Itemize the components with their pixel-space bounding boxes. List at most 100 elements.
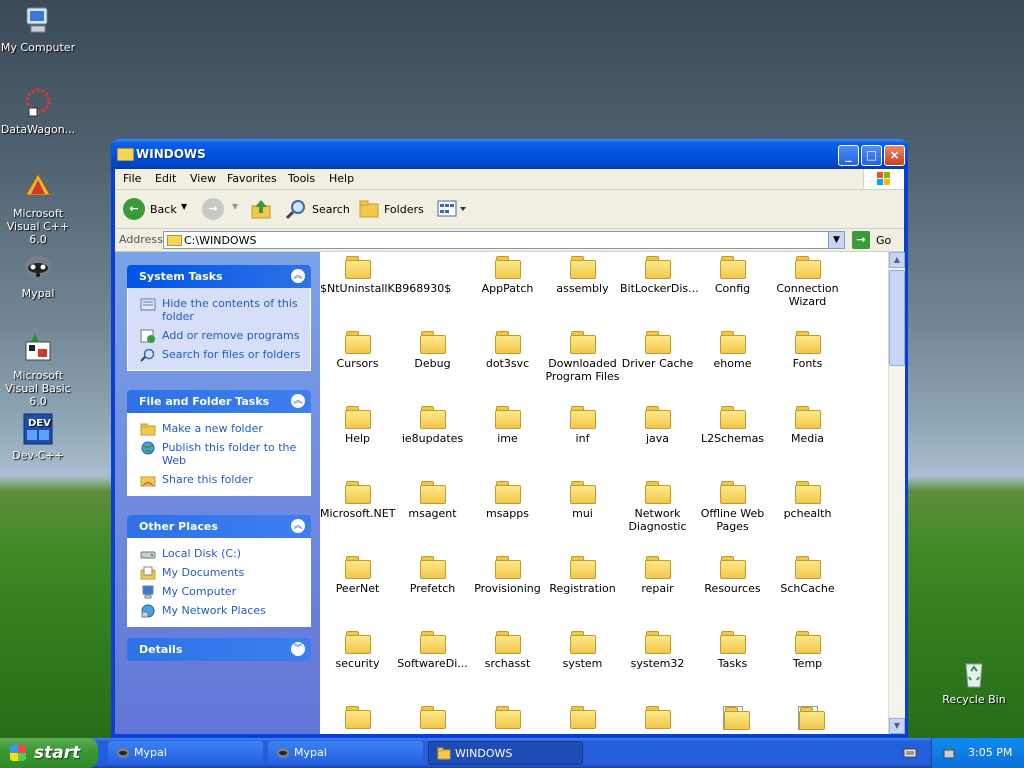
scroll-down-button[interactable]: ▼: [889, 718, 905, 734]
folder-item[interactable]: [320, 706, 395, 732]
start-button[interactable]: start: [0, 738, 98, 768]
taskbar-item-windows[interactable]: WINDOWS: [428, 741, 583, 765]
menu-favorites[interactable]: Favorites: [227, 172, 277, 185]
menu-help[interactable]: Help: [329, 172, 354, 185]
folder-item[interactable]: Resources: [695, 556, 770, 595]
folder-item[interactable]: Help: [320, 406, 395, 445]
share-folder-link[interactable]: Share this folder: [128, 470, 310, 489]
folder-item[interactable]: [470, 706, 545, 732]
folder-item[interactable]: Microsoft.NET: [320, 481, 395, 520]
desktop-icon-visual-basic[interactable]: Microsoft Visual Basic 6.0: [0, 332, 78, 408]
folder-item[interactable]: L2Schemas: [695, 406, 770, 445]
folder-item[interactable]: system32: [620, 631, 695, 670]
folder-item[interactable]: SchCache: [770, 556, 845, 595]
folder-item[interactable]: [395, 706, 470, 732]
folder-item[interactable]: Driver Cache: [620, 331, 695, 370]
folder-item[interactable]: [545, 706, 620, 732]
folder-item[interactable]: Media: [770, 406, 845, 445]
close-button[interactable]: ×: [884, 145, 905, 166]
folder-item[interactable]: ime: [470, 406, 545, 445]
my-documents-link[interactable]: My Documents: [128, 563, 310, 582]
forward-arrow-icon[interactable]: →: [202, 198, 224, 220]
system-tasks-header[interactable]: System Tasks ︽: [127, 265, 311, 288]
menu-view[interactable]: View: [190, 172, 216, 185]
collapse-chevron-icon[interactable]: ︽: [291, 269, 305, 283]
up-folder-icon[interactable]: [250, 198, 272, 220]
folder-item[interactable]: Prefetch: [395, 556, 470, 595]
add-remove-programs-link[interactable]: Add or remove programs: [128, 326, 310, 345]
back-arrow-icon[interactable]: ←: [123, 198, 145, 220]
folder-item[interactable]: system: [545, 631, 620, 670]
desktop-icon-dev-cpp[interactable]: DEV Dev-C++: [0, 412, 78, 462]
folders-icon[interactable]: [358, 199, 380, 219]
maximize-button[interactable]: □: [861, 145, 882, 166]
folder-item[interactable]: repair: [620, 556, 695, 595]
safely-remove-hardware-icon[interactable]: [942, 746, 956, 760]
folder-item[interactable]: msapps: [470, 481, 545, 520]
go-button[interactable]: → Go: [852, 231, 902, 249]
folder-item[interactable]: ie8updates: [395, 406, 470, 445]
back-dropdown-icon[interactable]: ▼: [181, 202, 187, 211]
expand-chevron-icon[interactable]: ︾: [291, 642, 305, 656]
menu-edit[interactable]: Edit: [155, 172, 176, 185]
folder-item[interactable]: SoftwareDi...: [395, 631, 470, 670]
forward-dropdown-icon[interactable]: ▼: [232, 202, 238, 211]
folder-item[interactable]: $NtUninstallKB968930$: [320, 256, 451, 295]
scroll-thumb[interactable]: [889, 270, 905, 366]
folder-item[interactable]: ehome: [695, 331, 770, 370]
menu-file[interactable]: File: [123, 172, 141, 185]
folder-item[interactable]: srchasst: [470, 631, 545, 670]
folder-item[interactable]: msagent: [395, 481, 470, 520]
folder-item[interactable]: assembly: [545, 256, 620, 295]
desktop-icon-recycle-bin[interactable]: Recycle Bin: [934, 656, 1014, 706]
desktop-icon-my-computer[interactable]: My Computer: [0, 4, 78, 54]
folder-item[interactable]: inf: [545, 406, 620, 445]
folders-button-label[interactable]: Folders: [384, 203, 424, 216]
file-folder-tasks-header[interactable]: File and Folder Tasks ︽: [127, 390, 311, 413]
folder-item[interactable]: AppPatch: [470, 256, 545, 295]
folder-item[interactable]: Fonts: [770, 331, 845, 370]
folder-item[interactable]: security: [320, 631, 395, 670]
address-field[interactable]: C:\WINDOWS ▼: [163, 231, 845, 249]
folder-item[interactable]: Network Diagnostic: [620, 481, 695, 533]
desktop-icon-datawagon[interactable]: DataWagon...: [0, 86, 78, 136]
folder-item[interactable]: Debug: [395, 331, 470, 370]
taskbar-item-mypal-2[interactable]: Mypal: [268, 741, 423, 765]
folder-item[interactable]: Cursors: [320, 331, 395, 370]
other-places-header[interactable]: Other Places ︽: [127, 515, 311, 538]
address-dropdown-icon[interactable]: ▼: [828, 232, 844, 248]
publish-folder-link[interactable]: Publish this folder to the Web: [128, 438, 310, 470]
menu-tools[interactable]: Tools: [288, 172, 315, 185]
desktop-icon-visual-cpp[interactable]: Microsoft Visual C++ 6.0: [0, 170, 78, 246]
minimize-button[interactable]: _: [838, 145, 859, 166]
folder-item[interactable]: Connection Wizard: [770, 256, 845, 308]
search-files-link[interactable]: Search for files or folders: [128, 345, 310, 364]
folder-item[interactable]: [695, 706, 770, 734]
folder-item[interactable]: PeerNet: [320, 556, 395, 595]
folder-item[interactable]: Temp: [770, 631, 845, 670]
title-bar[interactable]: WINDOWS _ □ ×: [111, 139, 908, 169]
folder-item[interactable]: Registration: [545, 556, 620, 595]
hide-contents-link[interactable]: Hide the contents of this folder: [128, 294, 310, 326]
folder-item[interactable]: mui: [545, 481, 620, 520]
views-icon[interactable]: [436, 199, 468, 219]
collapse-chevron-icon[interactable]: ︽: [291, 394, 305, 408]
my-computer-link[interactable]: My Computer: [128, 582, 310, 601]
my-network-places-link[interactable]: My Network Places: [128, 601, 310, 620]
collapse-chevron-icon[interactable]: ︽: [291, 519, 305, 533]
folder-item[interactable]: Downloaded Program Files: [545, 331, 620, 383]
desktop-icon-mypal[interactable]: Mypal: [0, 250, 78, 300]
folder-item[interactable]: BitLockerDis...: [620, 256, 699, 295]
search-button-label[interactable]: Search: [312, 203, 350, 216]
folder-item[interactable]: pchealth: [770, 481, 845, 520]
details-header[interactable]: Details ︾: [127, 638, 311, 661]
scroll-up-button[interactable]: ▲: [889, 252, 905, 268]
vertical-scrollbar[interactable]: ▲ ▼: [888, 252, 905, 734]
make-new-folder-link[interactable]: Make a new folder: [128, 419, 310, 438]
search-icon[interactable]: [285, 198, 307, 220]
taskbar-item-mypal-1[interactable]: Mypal: [108, 741, 263, 765]
folder-item[interactable]: [620, 706, 695, 732]
folder-item[interactable]: Offline Web Pages: [695, 481, 770, 533]
folder-item[interactable]: dot3svc: [470, 331, 545, 370]
keyboard-tray-icon[interactable]: [903, 747, 917, 759]
